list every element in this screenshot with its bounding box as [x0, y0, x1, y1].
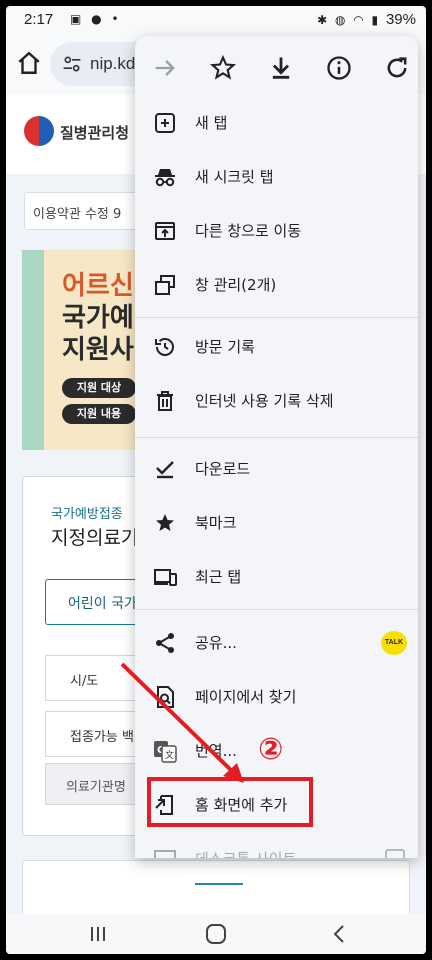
menu-label: 새 시크릿 탭	[195, 168, 274, 186]
vaccination-helper-card[interactable]	[22, 860, 410, 920]
menu-label: 다른 창으로 이동	[195, 222, 302, 240]
menu-item-share[interactable]: 공유... TALK	[135, 616, 418, 670]
card-subtitle: 국가예방접종	[51, 507, 123, 522]
menu-label: 창 관리(2개)	[195, 276, 277, 294]
menu-item-downloads[interactable]: 다운로드	[135, 442, 418, 496]
menu-item-new-incognito-tab[interactable]: 새 시크릿 탭	[135, 150, 418, 204]
clinic-name-placeholder: 의료기관명	[66, 780, 126, 795]
menu-label: 새 탭	[195, 114, 228, 132]
battery-percent: 39%	[385, 11, 416, 28]
site-logo-text[interactable]: 질병관리청	[60, 122, 129, 143]
province-select-label: 시/도	[70, 674, 99, 689]
card-title: 지정의료기	[51, 527, 139, 549]
menu-label: 다운로드	[195, 460, 251, 478]
card-accent-line	[195, 883, 243, 885]
trash-icon	[157, 391, 173, 411]
nav-back-icon[interactable]	[326, 922, 354, 946]
desktop-icon	[154, 850, 176, 858]
menu-label: 데스크톱 사이트	[195, 848, 296, 858]
status-right-icons: ✱ ◍ ◠ ▮ 39%	[317, 11, 416, 28]
menu-label: 최근 탭	[195, 568, 242, 586]
menu-item-move-window[interactable]: 다른 창으로 이동	[135, 204, 418, 258]
banner-tag-target: 지원 대상	[62, 378, 136, 398]
star-icon[interactable]	[209, 54, 237, 82]
site-settings-icon[interactable]	[62, 54, 82, 74]
banner-stripe	[22, 250, 44, 450]
menu-item-new-tab[interactable]: 새 탭	[135, 96, 418, 150]
menu-item-desktop-site[interactable]: 데스크톱 사이트	[135, 832, 418, 858]
info-icon[interactable]	[325, 54, 353, 82]
menu-item-recent-tabs[interactable]: 최근 탭	[135, 550, 418, 604]
menu-label: 공유...	[195, 634, 237, 652]
download-check-icon	[156, 461, 174, 479]
url-text: nip.kd	[90, 54, 136, 73]
manage-windows-icon	[155, 275, 175, 295]
menu-item-manage-windows[interactable]: 창 관리(2개)	[135, 258, 418, 312]
kdca-logo[interactable]	[24, 116, 54, 146]
bookmark-star-icon	[156, 514, 174, 531]
android-nav-bar	[6, 914, 426, 954]
menu-item-history[interactable]: 방문 기록	[135, 320, 418, 374]
forward-arrow-icon[interactable]	[151, 54, 179, 82]
highlight-box	[147, 777, 313, 827]
menu-divider	[135, 317, 418, 318]
new-tab-icon	[155, 113, 175, 133]
menu-label: 번역...	[195, 742, 237, 760]
status-bar: 2:17 ▣ ● • ✱ ◍ ◠ ▮ 39%	[6, 6, 426, 34]
svg-text:文: 文	[165, 749, 174, 761]
recent-apps-icon[interactable]	[84, 922, 112, 946]
refresh-icon[interactable]	[383, 54, 411, 82]
menu-label: 북마크	[195, 514, 237, 532]
step-number-label: ②	[258, 732, 284, 767]
kakaotalk-icon[interactable]: TALK	[381, 631, 407, 655]
move-window-icon	[155, 222, 175, 240]
menu-label: 인터넷 사용 기록 삭제	[195, 392, 334, 410]
share-icon	[156, 633, 174, 653]
menu-item-bookmarks[interactable]: 북마크	[135, 496, 418, 550]
download-icon[interactable]	[267, 54, 295, 82]
menu-item-clear-browsing-data[interactable]: 인터넷 사용 기록 삭제	[135, 374, 418, 428]
menu-item-find-in-page[interactable]: 페이지에서 찾기	[135, 670, 418, 724]
home-icon[interactable]	[16, 50, 42, 76]
menu-toolbar	[135, 36, 418, 100]
recent-tabs-icon	[154, 569, 177, 586]
banner-line-1: 어르신	[62, 271, 134, 301]
find-in-page-icon	[157, 686, 174, 708]
status-time: 2:17	[24, 11, 54, 28]
banner-tag-content: 지원 내용	[62, 404, 136, 424]
notice-text: 이용약관 수정 9	[33, 207, 122, 222]
menu-label: 방문 기록	[195, 338, 255, 356]
status-left-icons: ▣ ● •	[70, 12, 122, 26]
menu-divider	[135, 437, 418, 438]
child-vaccination-label: 어린이 국가	[68, 596, 137, 612]
nav-home-icon[interactable]	[202, 922, 230, 946]
menu-divider	[135, 609, 418, 610]
incognito-icon	[155, 169, 175, 187]
banner-line-2: 국가예	[62, 303, 134, 333]
desktop-site-checkbox[interactable]	[385, 849, 405, 858]
menu-label: 페이지에서 찾기	[195, 688, 297, 706]
translate-icon: G文	[154, 741, 177, 763]
banner-line-3: 지원사	[62, 335, 134, 365]
history-icon	[155, 338, 174, 356]
